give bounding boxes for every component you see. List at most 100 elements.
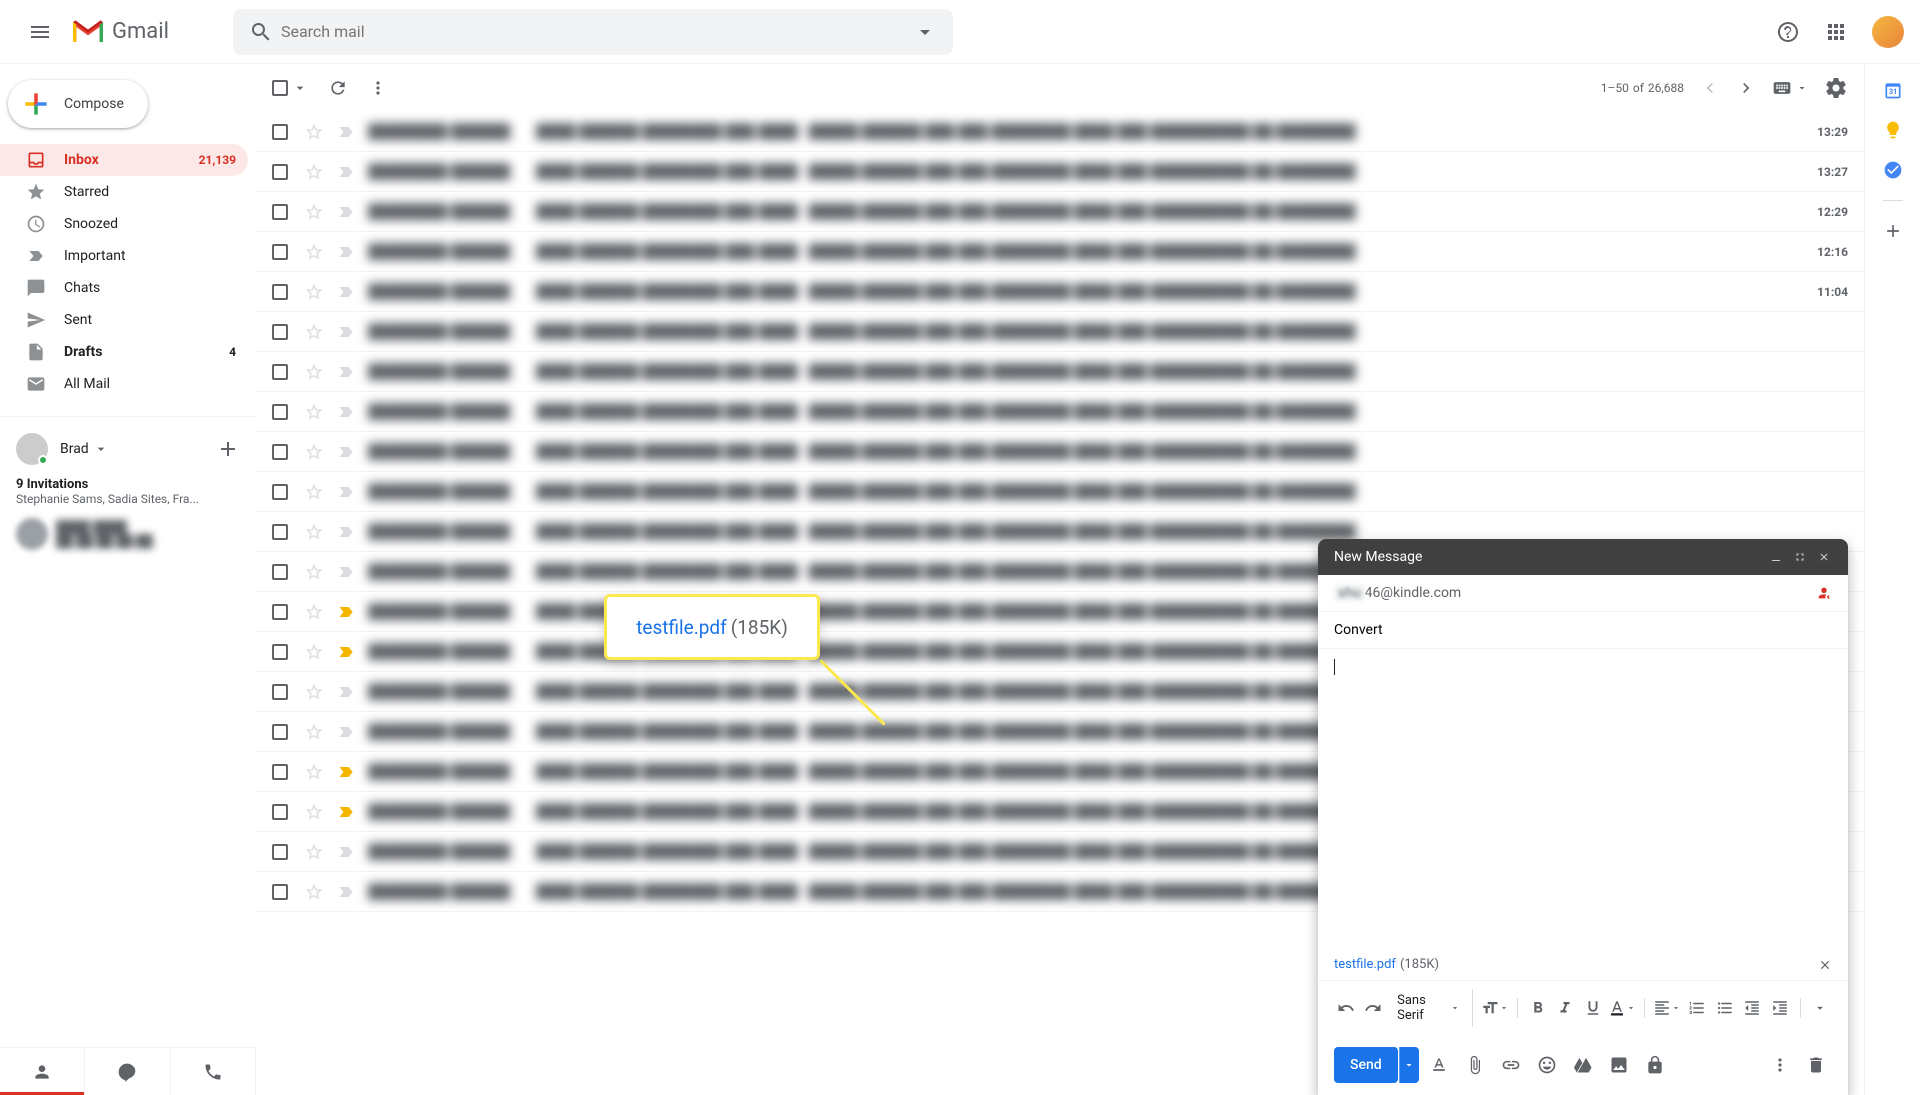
mail-row[interactable]: ████████ ██████ ████ ██████ ████████ ███… xyxy=(256,472,1864,512)
compose-button[interactable]: Compose xyxy=(8,80,148,128)
mail-row[interactable]: ████████ ██████ ████ ██████ ████████ ███… xyxy=(256,352,1864,392)
sidebar-item-allmail[interactable]: All Mail xyxy=(0,368,248,400)
important-icon[interactable] xyxy=(336,762,356,782)
star-icon[interactable] xyxy=(304,642,324,662)
mail-row[interactable]: ████████ ██████ ████ ██████ ████████ ███… xyxy=(256,232,1864,272)
star-icon[interactable] xyxy=(304,122,324,142)
important-icon[interactable] xyxy=(336,322,356,342)
important-icon[interactable] xyxy=(336,202,356,222)
important-icon[interactable] xyxy=(336,522,356,542)
underline-button[interactable] xyxy=(1581,994,1605,1022)
select-all[interactable] xyxy=(272,80,308,96)
star-icon[interactable] xyxy=(304,202,324,222)
contact-warning-icon[interactable] xyxy=(1816,585,1832,601)
link-button[interactable] xyxy=(1495,1049,1527,1081)
font-size-button[interactable] xyxy=(1481,994,1509,1022)
compose-subject-field[interactable] xyxy=(1318,612,1848,649)
bold-button[interactable] xyxy=(1526,994,1550,1022)
hangouts-tab-contacts[interactable] xyxy=(0,1048,85,1095)
hangouts-invitations[interactable]: 9 Invitations Stephanie Sams, Sadia Site… xyxy=(0,473,256,510)
important-icon[interactable] xyxy=(336,482,356,502)
sidebar-item-chats[interactable]: Chats xyxy=(0,272,248,304)
mail-checkbox[interactable] xyxy=(272,244,288,260)
star-icon[interactable] xyxy=(304,762,324,782)
input-language-button[interactable] xyxy=(1772,78,1808,98)
calendar-button[interactable]: 31 xyxy=(1883,80,1903,100)
mail-checkbox[interactable] xyxy=(272,524,288,540)
italic-button[interactable] xyxy=(1553,994,1577,1022)
star-icon[interactable] xyxy=(304,322,324,342)
search-input[interactable] xyxy=(281,22,905,41)
important-icon[interactable] xyxy=(336,722,356,742)
sidebar-item-sent[interactable]: Sent xyxy=(0,304,248,336)
star-icon[interactable] xyxy=(304,522,324,542)
important-icon[interactable] xyxy=(336,802,356,822)
drive-button[interactable] xyxy=(1567,1049,1599,1081)
star-icon[interactable] xyxy=(304,482,324,502)
apps-button[interactable] xyxy=(1816,12,1856,52)
minimize-button[interactable] xyxy=(1768,549,1784,565)
bullet-list-button[interactable] xyxy=(1713,994,1737,1022)
mail-checkbox[interactable] xyxy=(272,764,288,780)
discard-button[interactable] xyxy=(1800,1049,1832,1081)
text-color-button[interactable] xyxy=(1608,994,1636,1022)
sidebar-item-snoozed[interactable]: Snoozed xyxy=(0,208,248,240)
redo-button[interactable] xyxy=(1362,994,1386,1022)
more-button[interactable] xyxy=(368,78,388,98)
gmail-logo[interactable]: Gmail xyxy=(68,12,169,52)
close-button[interactable] xyxy=(1816,549,1832,565)
important-icon[interactable] xyxy=(336,442,356,462)
important-icon[interactable] xyxy=(336,402,356,422)
next-page-button[interactable] xyxy=(1736,78,1756,98)
fullscreen-button[interactable] xyxy=(1792,549,1808,565)
mail-row[interactable]: ████████ ██████ ████ ██████ ████████ ███… xyxy=(256,192,1864,232)
sidebar-item-important[interactable]: Important xyxy=(0,240,248,272)
hangouts-tab-chat[interactable] xyxy=(85,1048,170,1095)
star-icon[interactable] xyxy=(304,242,324,262)
mail-checkbox[interactable] xyxy=(272,804,288,820)
star-icon[interactable] xyxy=(304,602,324,622)
search-bar[interactable] xyxy=(233,9,953,55)
add-contact-icon[interactable] xyxy=(216,437,240,461)
mail-checkbox[interactable] xyxy=(272,284,288,300)
more-formatting-button[interactable] xyxy=(1808,994,1832,1022)
star-icon[interactable] xyxy=(304,282,324,302)
refresh-button[interactable] xyxy=(328,78,348,98)
formatting-button[interactable] xyxy=(1423,1049,1455,1081)
important-icon[interactable] xyxy=(336,242,356,262)
settings-button[interactable] xyxy=(1824,76,1848,100)
font-family-select[interactable]: Sans Serif xyxy=(1389,989,1473,1027)
insert-image-button[interactable] xyxy=(1603,1049,1635,1081)
important-icon[interactable] xyxy=(336,562,356,582)
star-icon[interactable] xyxy=(304,442,324,462)
mail-checkbox[interactable] xyxy=(272,844,288,860)
important-icon[interactable] xyxy=(336,842,356,862)
star-icon[interactable] xyxy=(304,722,324,742)
hangouts-tab-phone[interactable] xyxy=(171,1048,256,1095)
attachment-chip[interactable]: testfile.pdf (185K) xyxy=(1318,949,1848,980)
compose-body[interactable] xyxy=(1318,649,1848,949)
send-button[interactable]: Send xyxy=(1334,1047,1398,1083)
star-icon[interactable] xyxy=(304,802,324,822)
star-icon[interactable] xyxy=(304,362,324,382)
mail-checkbox[interactable] xyxy=(272,684,288,700)
subject-input[interactable] xyxy=(1334,622,1832,638)
star-icon[interactable] xyxy=(304,682,324,702)
mail-row[interactable]: ████████ ██████ ████ ██████ ████████ ███… xyxy=(256,432,1864,472)
mail-row[interactable]: ████████ ██████ ████ ██████ ████████ ███… xyxy=(256,392,1864,432)
mail-checkbox[interactable] xyxy=(272,604,288,620)
prev-page-button[interactable] xyxy=(1700,78,1720,98)
indent-less-button[interactable] xyxy=(1740,994,1764,1022)
mail-checkbox[interactable] xyxy=(272,324,288,340)
tasks-button[interactable] xyxy=(1883,160,1903,180)
get-addons-button[interactable] xyxy=(1883,221,1903,241)
mail-checkbox[interactable] xyxy=(272,884,288,900)
indent-more-button[interactable] xyxy=(1768,994,1792,1022)
align-button[interactable] xyxy=(1653,994,1681,1022)
support-button[interactable] xyxy=(1768,12,1808,52)
star-icon[interactable] xyxy=(304,562,324,582)
sidebar-item-inbox[interactable]: Inbox 21,139 xyxy=(0,144,248,176)
important-icon[interactable] xyxy=(336,282,356,302)
attach-button[interactable] xyxy=(1459,1049,1491,1081)
remove-attachment-button[interactable] xyxy=(1818,958,1832,972)
